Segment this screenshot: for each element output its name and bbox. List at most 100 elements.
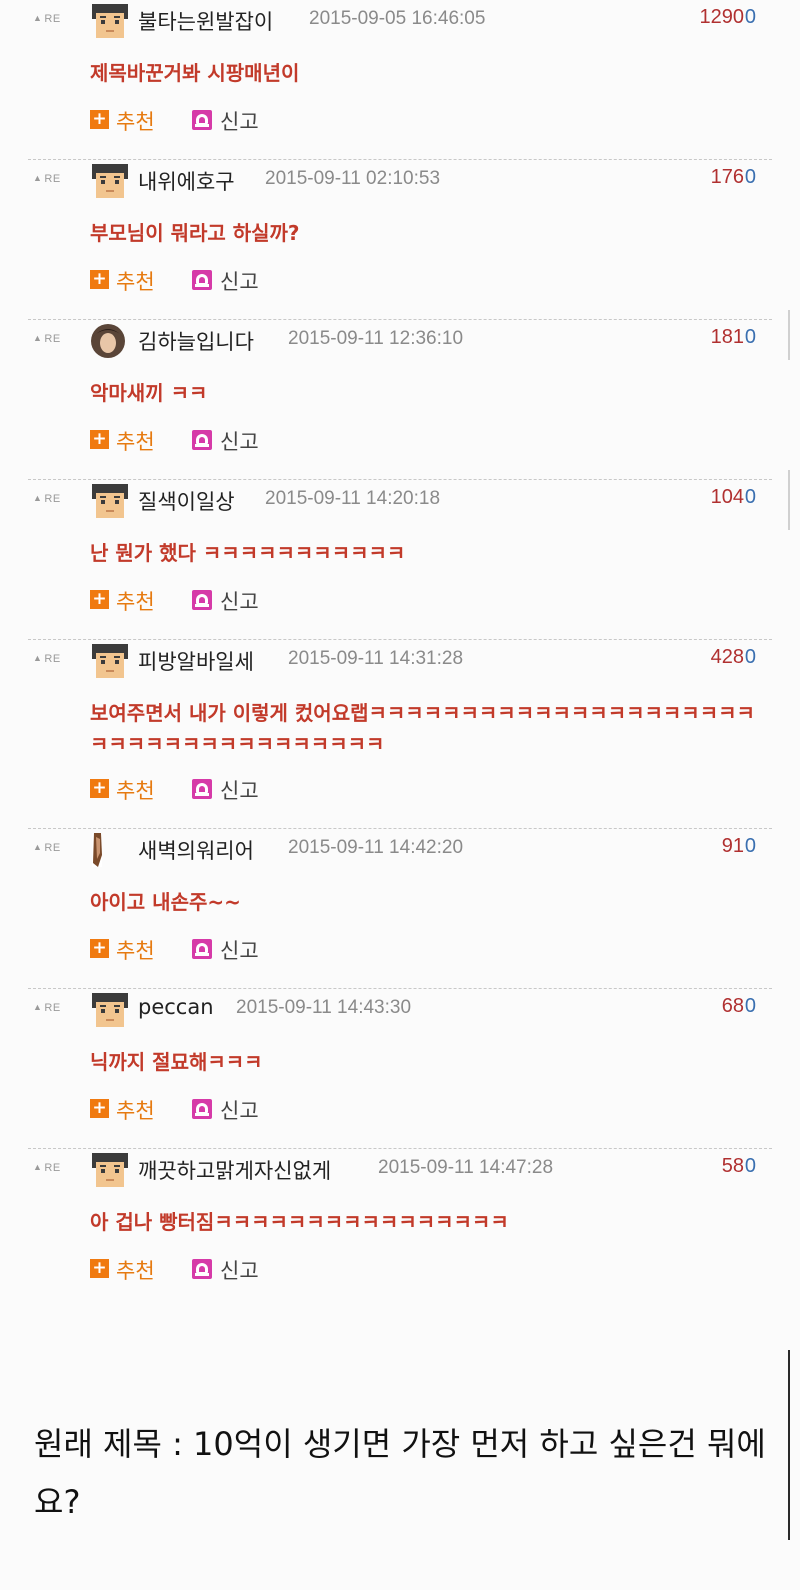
nickname[interactable]: 김하늘입니다	[138, 326, 254, 356]
report-count: 0	[744, 995, 756, 1017]
comment-header: ▲ RE 내위에호구 2015-09-11 02:10:53 176 0	[0, 160, 800, 200]
reply-marker: ▲ RE	[33, 1162, 61, 1174]
comment-text: 아 겁나 빵터짐ㅋㅋㅋㅋㅋㅋㅋㅋㅋㅋㅋㅋㅋㅋㅋㅋ	[90, 1210, 509, 1234]
report-button[interactable]: 신고	[220, 1255, 259, 1285]
comment-header: ▲ RE peccan 2015-09-11 14:43:30 68 0	[0, 989, 800, 1029]
avatar[interactable]	[90, 993, 130, 1027]
report-count: 0	[744, 835, 756, 857]
timestamp: 2015-09-11 14:42:20	[288, 837, 464, 858]
avatar[interactable]	[90, 4, 130, 38]
report-count: 0	[744, 166, 756, 188]
comment-header: ▲ RE 새벽의워리어 2015-09-11 14:42:20 91 0	[0, 829, 800, 869]
reply-marker: ▲ RE	[33, 173, 61, 185]
comment-header: ▲ RE 깨끗하고맑게자신없게 2015-09-11 14:47:28 58 0	[0, 1149, 800, 1189]
plus-icon[interactable]: +	[90, 1099, 109, 1118]
reply-arrow-icon: ▲	[33, 13, 43, 23]
nickname[interactable]: peccan	[138, 995, 214, 1019]
comment-header: ▲ RE 질색이일상 2015-09-11 14:20:18 104 0	[0, 480, 800, 520]
reply-marker: ▲ RE	[33, 842, 61, 854]
avatar[interactable]	[90, 324, 130, 358]
nickname[interactable]: 질색이일상	[138, 486, 235, 516]
plus-icon[interactable]: +	[90, 110, 109, 129]
plus-icon[interactable]: +	[90, 430, 109, 449]
plus-icon[interactable]: +	[90, 1259, 109, 1278]
report-button[interactable]: 신고	[220, 426, 259, 456]
siren-icon[interactable]	[192, 1259, 212, 1279]
comment-text: 부모님이 뭐라고 하실까?	[90, 221, 300, 245]
siren-icon[interactable]	[192, 779, 212, 799]
reply-marker: ▲ RE	[33, 653, 61, 665]
comment-list: ▲ RE 불타는윈발잡이 2015-09-05 16:46:05 1290 0 제…	[0, 0, 800, 1309]
recommend-button[interactable]: 추천	[116, 106, 155, 136]
reply-marker: ▲ RE	[33, 13, 61, 25]
reply-arrow-icon: ▲	[33, 493, 43, 503]
timestamp: 2015-09-05 16:46:05	[309, 8, 486, 29]
report-count: 0	[744, 646, 756, 668]
reply-arrow-icon: ▲	[33, 1162, 43, 1172]
report-button[interactable]: 신고	[220, 586, 259, 616]
comment-text: 제목바꾼거봐 시팡매년이	[90, 61, 300, 85]
avatar[interactable]	[90, 164, 130, 198]
timestamp: 2015-09-11 12:36:10	[288, 328, 464, 349]
timestamp: 2015-09-11 14:43:30	[236, 997, 412, 1018]
recommend-button[interactable]: 추천	[116, 1255, 155, 1285]
recommend-count: 104	[710, 486, 744, 508]
nickname[interactable]: 깨끗하고맑게자신없게	[138, 1155, 331, 1185]
plus-icon[interactable]: +	[90, 270, 109, 289]
comment-item: ▲ RE 김하늘입니다 2015-09-11 12:36:10 181 0 악마새…	[0, 320, 800, 480]
recommend-count: 1290	[699, 6, 745, 28]
reply-arrow-icon: ▲	[33, 333, 43, 343]
comment-header: ▲ RE 피방알바일세 2015-09-11 14:31:28 428 0	[0, 640, 800, 680]
nickname[interactable]: 피방알바일세	[138, 646, 254, 676]
nickname[interactable]: 불타는윈발잡이	[138, 6, 273, 36]
siren-icon[interactable]	[192, 110, 212, 130]
comment-item: ▲ RE peccan 2015-09-11 14:43:30 68 0 닉까지 …	[0, 989, 800, 1149]
siren-icon[interactable]	[192, 939, 212, 959]
avatar[interactable]	[90, 833, 130, 867]
plus-icon[interactable]: +	[90, 590, 109, 609]
comment-item: ▲ RE 내위에호구 2015-09-11 02:10:53 176 0 부모님이…	[0, 160, 800, 320]
scroll-mark	[788, 470, 790, 530]
comment-text: 보여주면서 내가 이렇게 컸어요랩ㅋㅋㅋㅋㅋㅋㅋㅋㅋㅋㅋㅋㅋㅋㅋㅋㅋㅋㅋㅋㅋㅋㅋ…	[90, 701, 755, 756]
reply-arrow-icon: ▲	[33, 1002, 43, 1012]
recommend-button[interactable]: 추천	[116, 426, 155, 456]
siren-icon[interactable]	[192, 590, 212, 610]
reply-marker: ▲ RE	[33, 1002, 61, 1014]
recommend-button[interactable]: 추천	[116, 935, 155, 965]
recommend-button[interactable]: 추천	[116, 586, 155, 616]
comment-item: ▲ RE 불타는윈발잡이 2015-09-05 16:46:05 1290 0 제…	[0, 0, 800, 160]
comment-header: ▲ RE 불타는윈발잡이 2015-09-05 16:46:05 1290 0	[0, 0, 800, 40]
plus-icon[interactable]: +	[90, 939, 109, 958]
reply-arrow-icon: ▲	[33, 653, 43, 663]
plus-icon[interactable]: +	[90, 779, 109, 798]
recommend-count: 68	[721, 995, 744, 1017]
timestamp: 2015-09-11 14:47:28	[378, 1157, 554, 1178]
comment-text: 닉까지 절묘해ㅋㅋㅋ	[90, 1050, 263, 1074]
avatar[interactable]	[90, 1153, 130, 1187]
timestamp: 2015-09-11 14:20:18	[265, 488, 441, 509]
nickname[interactable]: 내위에호구	[138, 166, 235, 196]
report-button[interactable]: 신고	[220, 106, 259, 136]
recommend-button[interactable]: 추천	[116, 266, 155, 296]
recommend-count: 91	[721, 835, 744, 857]
timestamp: 2015-09-11 02:10:53	[265, 168, 441, 189]
siren-icon[interactable]	[192, 1099, 212, 1119]
report-count: 0	[744, 326, 756, 348]
report-count: 0	[744, 486, 756, 508]
report-button[interactable]: 신고	[220, 266, 259, 296]
report-button[interactable]: 신고	[220, 1095, 259, 1125]
report-button[interactable]: 신고	[220, 775, 259, 805]
recommend-button[interactable]: 추천	[116, 775, 155, 805]
comment-item: ▲ RE 새벽의워리어 2015-09-11 14:42:20 91 0 아이고 …	[0, 829, 800, 989]
recommend-button[interactable]: 추천	[116, 1095, 155, 1125]
siren-icon[interactable]	[192, 270, 212, 290]
comment-text: 악마새끼 ㅋㅋ	[90, 381, 208, 405]
comment-text: 아이고 내손주~~	[90, 890, 241, 914]
comment-item: ▲ RE 질색이일상 2015-09-11 14:20:18 104 0 난 뭔가…	[0, 480, 800, 640]
avatar[interactable]	[90, 484, 130, 518]
report-button[interactable]: 신고	[220, 935, 259, 965]
recommend-count: 176	[710, 166, 744, 188]
siren-icon[interactable]	[192, 430, 212, 450]
avatar[interactable]	[90, 644, 130, 678]
nickname[interactable]: 새벽의워리어	[138, 835, 254, 865]
